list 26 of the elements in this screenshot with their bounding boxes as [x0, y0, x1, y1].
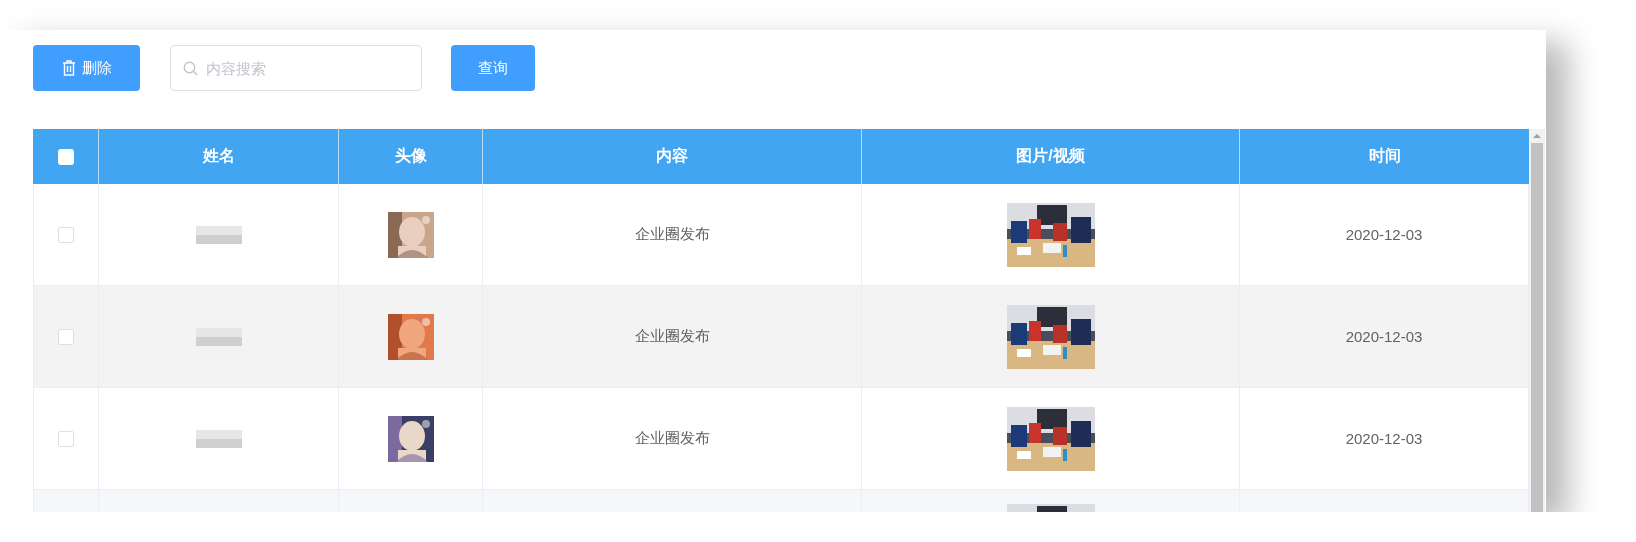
delete-button[interactable]: 删除 [33, 45, 140, 91]
row-checkbox[interactable] [58, 226, 74, 243]
content-text: 企业圈发布 [634, 327, 710, 346]
column-header: 姓名 [99, 129, 339, 184]
column-header: 头像 [339, 129, 483, 184]
redacted-name [195, 327, 242, 346]
query-button[interactable]: 查询 [451, 45, 535, 91]
scroll-up-icon [1533, 133, 1541, 139]
content-text: 企业圈发布 [634, 429, 710, 448]
scrollbar[interactable] [1529, 129, 1545, 512]
search-icon [183, 61, 198, 76]
redacted-name [195, 225, 242, 244]
row-checkbox[interactable] [58, 328, 74, 345]
date-text: 2020-12-03 [1345, 328, 1423, 345]
column-header: 图片/视频 [862, 129, 1240, 184]
column-header: 时间 [1367, 146, 1402, 166]
select-all-checkbox[interactable] [57, 148, 74, 165]
date-text: 2020-12-03 [1345, 226, 1423, 243]
content-text: 企业圈发布 [634, 225, 710, 244]
date-text: 2020-12-03 [1345, 430, 1423, 447]
search-field[interactable]: 内容搜索 [170, 45, 422, 91]
column-header: 内容 [483, 129, 862, 184]
scrollbar-thumb[interactable] [1531, 143, 1543, 512]
row-checkbox[interactable] [58, 430, 74, 447]
trash-icon [61, 60, 76, 76]
redacted-name [195, 429, 242, 448]
